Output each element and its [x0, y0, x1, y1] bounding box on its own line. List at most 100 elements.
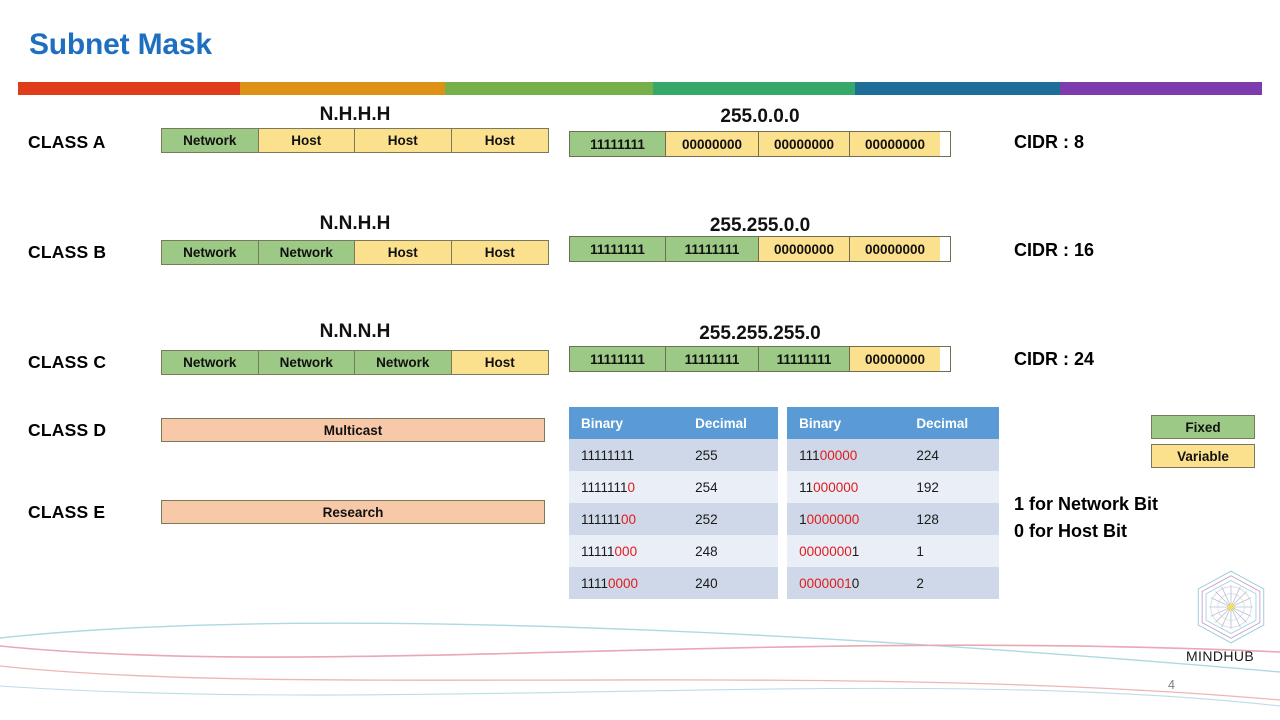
notation-caption-3: N.N.N.H — [319, 321, 391, 342]
cell-decimal-2: 1 — [904, 535, 999, 567]
binary-decimal-table: Binary Decimal Binary Decimal 11111111 255 111… — [569, 407, 999, 599]
table-row: 11111110 254 11000000 192 — [569, 471, 999, 503]
table-header-row: Binary Decimal Binary Decimal — [569, 407, 999, 439]
class-label-class-b: CLASS B — [28, 242, 107, 262]
bit-note-line2: 0 for Host Bit — [1014, 521, 1128, 541]
cell-decimal-1: 254 — [683, 471, 778, 503]
class-label-class-a: CLASS A — [28, 132, 106, 152]
cell-decimal-2: 2 — [904, 567, 999, 599]
legend-fixed-label: Fixed — [1185, 419, 1221, 435]
octet-bar-1: Network Host Host Host — [161, 128, 549, 153]
octet-cell-host: Host — [355, 129, 452, 152]
row-column-gap — [777, 439, 788, 471]
cell-binary-1: 11111110 — [569, 471, 684, 503]
legend-fixed: Fixed — [1151, 415, 1255, 439]
row-column-gap — [777, 535, 788, 567]
binary-octet-3: 00000000 — [759, 132, 850, 156]
cell-decimal-1: 240 — [683, 567, 778, 599]
table-row: 11110000 240 00000010 2 — [569, 567, 999, 599]
th-decimal-1: Decimal — [683, 407, 778, 439]
binary-mask-bar-3: 11111111 11111111 11111111 00000000 — [569, 346, 951, 372]
cell-binary-1: 11111000 — [569, 535, 684, 567]
notation-caption-2: N.N.H.H — [319, 213, 391, 234]
cell-binary-1: 11111100 — [569, 503, 684, 535]
binary-octet-2: 11111111 — [666, 347, 759, 371]
class-label-class-c: CLASS C — [28, 352, 107, 372]
octet-bar-2: Network Network Host Host — [161, 240, 549, 265]
octet-cell-multicast: Multicast — [162, 419, 544, 441]
decorative-waves — [0, 622, 1280, 707]
octet-cell-network: Network — [258, 241, 355, 264]
legend-variable: Variable — [1151, 444, 1255, 468]
binary-octet-2: 11111111 — [666, 237, 759, 261]
class-label-class-e: CLASS E — [28, 502, 106, 522]
class-label-class-d: CLASS D — [28, 420, 107, 440]
table-row: 11111000 248 00000001 1 — [569, 535, 999, 567]
cell-decimal-1: 248 — [683, 535, 778, 567]
accent-bar-segment-1 — [18, 82, 240, 95]
cell-binary-2: 00000001 — [787, 535, 905, 567]
accent-bar-segment-3 — [445, 82, 653, 95]
octet-bar-5: Research — [161, 500, 545, 524]
binary-octet-2: 00000000 — [666, 132, 759, 156]
binary-octet-4: 00000000 — [850, 347, 940, 371]
cell-decimal-2: 192 — [904, 471, 999, 503]
cidr-label-3: CIDR : 24 — [1014, 349, 1095, 369]
table-row: 11111111 255 11100000 224 — [569, 439, 999, 471]
cell-binary-2: 00000010 — [787, 567, 905, 599]
table-row: 11111100 252 10000000 128 — [569, 503, 999, 535]
legend-variable-label: Variable — [1177, 448, 1229, 464]
cell-decimal-1: 252 — [683, 503, 778, 535]
binary-octet-3: 11111111 — [759, 347, 850, 371]
accent-bar-segment-5 — [855, 82, 1060, 95]
octet-cell-research: Research — [162, 501, 544, 523]
cidr-label-2: CIDR : 16 — [1014, 240, 1095, 260]
cidr-label-1: CIDR : 8 — [1014, 132, 1085, 152]
notation-caption-1: N.H.H.H — [319, 104, 391, 125]
bit-note: 1 for Network Bit 0 for Host Bit — [1014, 491, 1158, 545]
octet-cell-network: Network — [162, 351, 259, 374]
octet-cell-network: Network — [162, 129, 259, 152]
cell-binary-2: 11100000 — [787, 439, 905, 471]
row-column-gap — [777, 567, 788, 599]
cell-binary-2: 11000000 — [787, 471, 905, 503]
cell-binary-2: 10000000 — [787, 503, 905, 535]
table-column-gap — [777, 407, 788, 439]
binary-octet-4: 00000000 — [850, 237, 940, 261]
binary-octet-3: 00000000 — [759, 237, 850, 261]
binary-mask-bar-1: 11111111 00000000 00000000 00000000 — [569, 131, 951, 157]
cell-decimal-2: 128 — [904, 503, 999, 535]
row-column-gap — [777, 503, 788, 535]
binary-octet-1: 11111111 — [570, 347, 666, 371]
binary-octet-1: 11111111 — [570, 132, 666, 156]
octet-cell-network: Network — [258, 351, 355, 374]
binary-octet-1: 11111111 — [570, 237, 666, 261]
binary-octet-4: 00000000 — [850, 132, 940, 156]
mindhub-logo-icon — [1192, 568, 1270, 646]
page-number: 4 — [1168, 678, 1175, 692]
binary-mask-bar-2: 11111111 11111111 00000000 00000000 — [569, 236, 951, 262]
octet-cell-host: Host — [451, 351, 548, 374]
octet-bar-3: Network Network Network Host — [161, 350, 549, 375]
octet-cell-host: Host — [451, 241, 548, 264]
octet-cell-host: Host — [355, 241, 452, 264]
cell-decimal-2: 224 — [904, 439, 999, 471]
accent-bar-segment-6 — [1060, 82, 1262, 95]
bit-note-line1: 1 for Network Bit — [1014, 494, 1159, 514]
cell-binary-1: 11111111 — [569, 439, 684, 471]
cell-binary-1: 11110000 — [569, 567, 684, 599]
row-column-gap — [777, 471, 788, 503]
accent-bar-segment-2 — [240, 82, 445, 95]
octet-cell-network: Network — [162, 241, 259, 264]
slide-root: Subnet Mask CLASS A N.H.H.H Network Host Hos… — [0, 0, 1280, 720]
cell-decimal-1: 255 — [683, 439, 778, 471]
subnet-mask-caption-3: 255.255.255.0 — [699, 323, 821, 344]
th-binary-2: Binary — [787, 407, 905, 439]
octet-cell-host: Host — [451, 129, 548, 152]
page-title: Subnet Mask — [29, 28, 212, 61]
accent-color-bar — [18, 82, 1262, 95]
subnet-mask-caption-1: 255.0.0.0 — [720, 106, 800, 127]
th-binary-1: Binary — [569, 407, 684, 439]
octet-cell-network: Network — [355, 351, 452, 374]
accent-bar-segment-4 — [653, 82, 855, 95]
